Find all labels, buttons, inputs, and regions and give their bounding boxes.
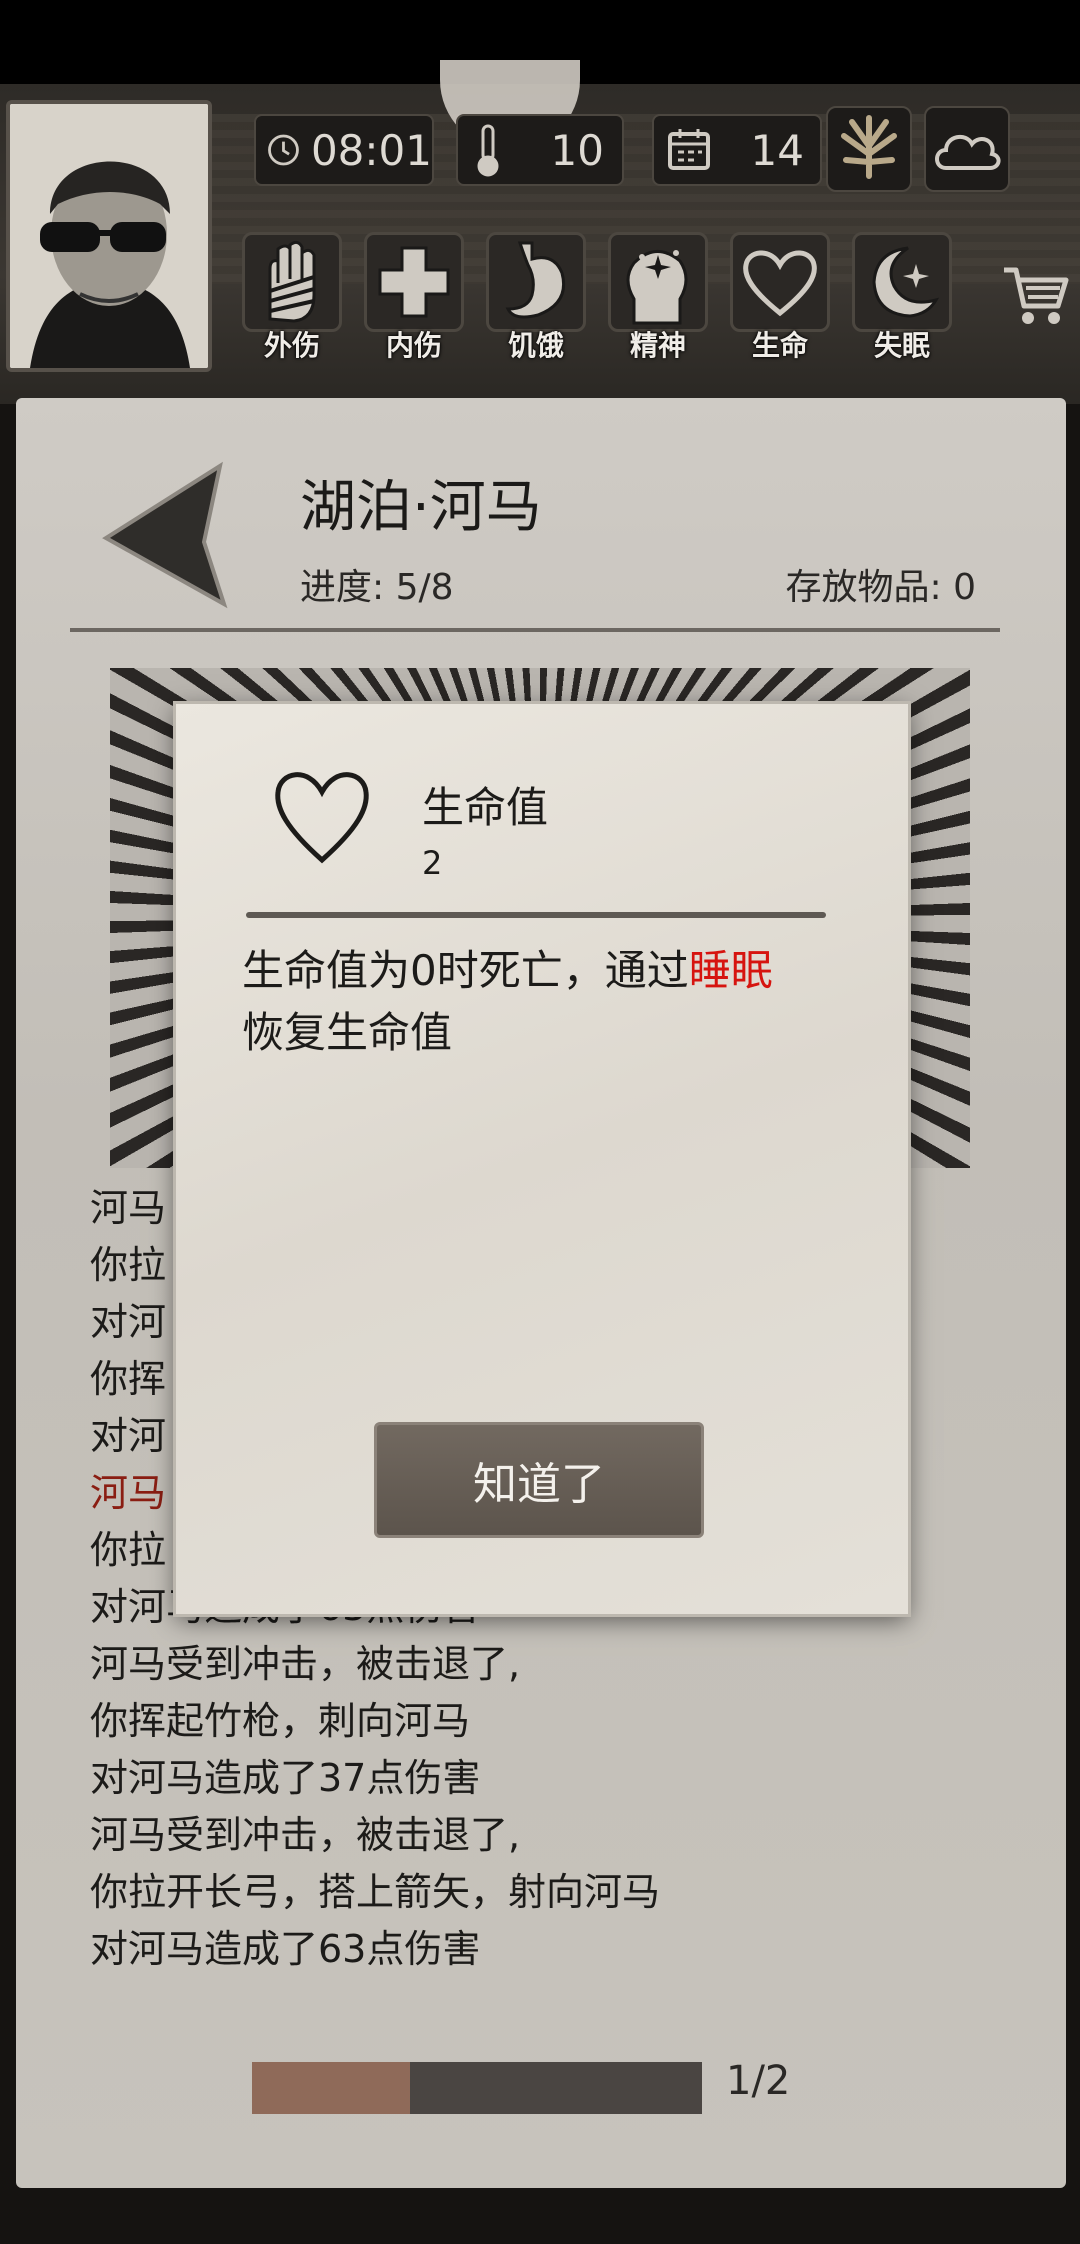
log-line: 河马受到冲击，被击退了,	[90, 1642, 521, 1686]
stat-label: 内伤	[385, 329, 442, 362]
stat-label: 精神	[629, 329, 686, 362]
head-sparkle-icon	[626, 250, 688, 325]
heart-icon	[272, 764, 372, 872]
moon-star-icon	[872, 246, 940, 318]
back-button[interactable]	[100, 460, 230, 614]
time-value: 08:01	[310, 125, 432, 175]
temperature-value: 10	[550, 125, 604, 175]
dialog-title: 生命值	[422, 783, 549, 832]
clock-icon	[268, 134, 299, 166]
dialog-value: 2	[422, 844, 443, 882]
page-indicator: 1/2	[726, 2058, 791, 2104]
calendar-icon	[668, 129, 710, 170]
desc-text-2: 恢复生命值	[242, 1008, 453, 1057]
bandaged-hand-icon	[268, 240, 316, 323]
dialog-divider	[246, 912, 826, 918]
location-title: 湖泊·河马	[300, 475, 542, 540]
stat-insomnia[interactable]: 失眠	[852, 232, 958, 362]
stat-label: 外伤	[263, 329, 320, 362]
progress-fill	[252, 2062, 410, 2114]
back-arrow-icon	[102, 461, 228, 609]
exploration-progress: 进度: 5/8	[300, 567, 454, 608]
stat-label: 失眠	[873, 329, 930, 362]
cross-icon	[378, 246, 450, 318]
stat-external-injury[interactable]: 外伤	[242, 232, 348, 362]
heart-icon	[743, 250, 817, 317]
day-display: 14	[652, 114, 822, 186]
stomach-icon	[505, 241, 565, 319]
stat-spirit[interactable]: 精神	[608, 232, 714, 362]
day-value: 14	[750, 125, 804, 175]
time-display: 08:01	[254, 114, 434, 186]
header-divider	[70, 628, 1000, 632]
log-line: 你挥起竹枪，刺向河马	[90, 1699, 471, 1743]
log-line: 对河马造成了63点伤害	[90, 1927, 481, 1971]
log-line: 对河马造成了37点伤害	[90, 1756, 481, 1800]
stat-label: 生命	[751, 329, 808, 362]
thermometer-icon	[477, 124, 499, 177]
log-line: 河马受到冲击，被击退了,	[90, 1813, 521, 1857]
shop-button[interactable]	[1000, 262, 1070, 332]
season-button[interactable]	[826, 106, 912, 192]
log-page-progress-bar	[252, 2062, 702, 2114]
leaf-icon	[841, 115, 897, 179]
stat-life[interactable]: 生命	[730, 232, 836, 362]
info-dialog: 生命值 2 生命值为0时死亡，通过睡眠恢复生命值 知道了	[176, 704, 908, 1614]
stat-label: 饥饿	[507, 329, 564, 362]
player-avatar[interactable]	[6, 100, 212, 372]
dialog-heart-icon	[275, 772, 369, 864]
cloud-icon	[935, 134, 1001, 170]
avatar-portrait-icon	[10, 104, 208, 368]
desc-highlight: 睡眠	[688, 946, 773, 995]
weather-button[interactable]	[924, 106, 1010, 192]
stat-hunger[interactable]: 饥饿	[486, 232, 592, 362]
temperature-display: 10	[456, 114, 624, 186]
stored-items-count: 存放物品: 0	[785, 567, 976, 608]
cart-icon	[1004, 267, 1069, 324]
log-line: 你拉开长弓，搭上箭矢，射向河马	[90, 1870, 661, 1914]
acknowledge-button[interactable]: 知道了	[374, 1422, 704, 1538]
desc-text: 生命值为0时死亡，通过	[242, 946, 689, 995]
dialog-description: 生命值为0时死亡，通过睡眠恢复生命值	[242, 940, 842, 1064]
stat-internal-injury[interactable]: 内伤	[364, 232, 470, 362]
